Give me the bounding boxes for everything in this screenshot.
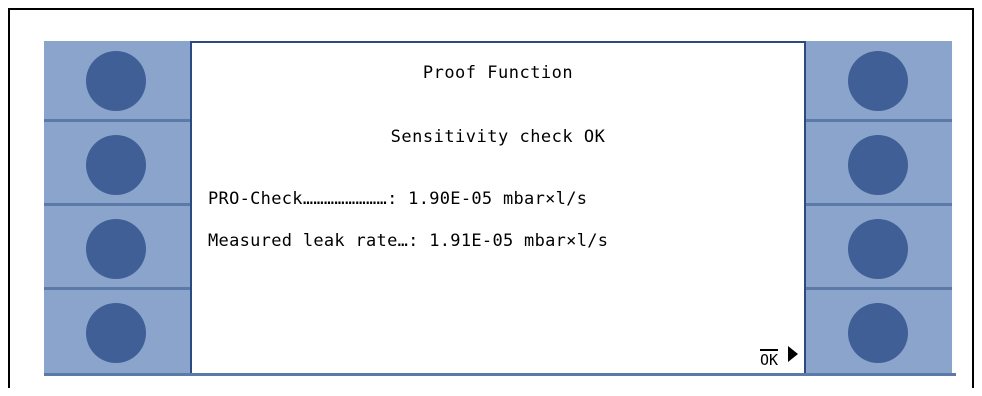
softkey-button-icon — [86, 51, 146, 111]
right-softkey-2[interactable] — [806, 125, 952, 206]
softkey-button-icon — [86, 135, 146, 195]
left-softkey-2[interactable] — [44, 125, 190, 206]
softkey-button-icon — [86, 219, 146, 279]
measured-leak-rate-value: 1.91E-05 mbar×l/s — [429, 231, 609, 251]
measured-leak-rate-label: Measured leak rate…: — [208, 231, 430, 251]
right-softkey-3[interactable] — [806, 209, 952, 290]
right-softkey-column — [806, 41, 952, 376]
left-softkey-4[interactable] — [44, 293, 190, 374]
right-softkey-1[interactable] — [806, 41, 952, 122]
softkey-button-icon — [848, 51, 908, 111]
ok-softkey-label[interactable]: OK — [760, 346, 800, 370]
left-softkey-3[interactable] — [44, 209, 190, 290]
bottom-divider — [44, 373, 956, 376]
ok-label: OK — [760, 349, 779, 369]
pro-check-row: PRO-Check……………………: 1.90E-05 mbar×l/s — [208, 189, 587, 209]
right-softkey-4[interactable] — [806, 293, 952, 374]
left-softkey-column — [44, 41, 190, 376]
softkey-button-icon — [848, 219, 908, 279]
pro-check-value: 1.90E-05 mbar×l/s — [408, 189, 588, 209]
status-message: Sensitivity check OK — [390, 127, 606, 147]
display-screen: Proof Function Sensitivity check OK PRO-… — [190, 41, 806, 376]
arrow-right-icon — [788, 346, 798, 362]
screen-title: Proof Function — [422, 63, 574, 83]
measured-leak-rate-row: Measured leak rate…: 1.91E-05 mbar×l/s — [208, 231, 608, 251]
softkey-button-icon — [86, 303, 146, 363]
device-panel: Proof Function Sensitivity check OK PRO-… — [44, 41, 956, 376]
softkey-button-icon — [848, 135, 908, 195]
left-softkey-1[interactable] — [44, 41, 190, 122]
pro-check-label: PRO-Check……………………: — [208, 189, 409, 209]
softkey-button-icon — [848, 303, 908, 363]
